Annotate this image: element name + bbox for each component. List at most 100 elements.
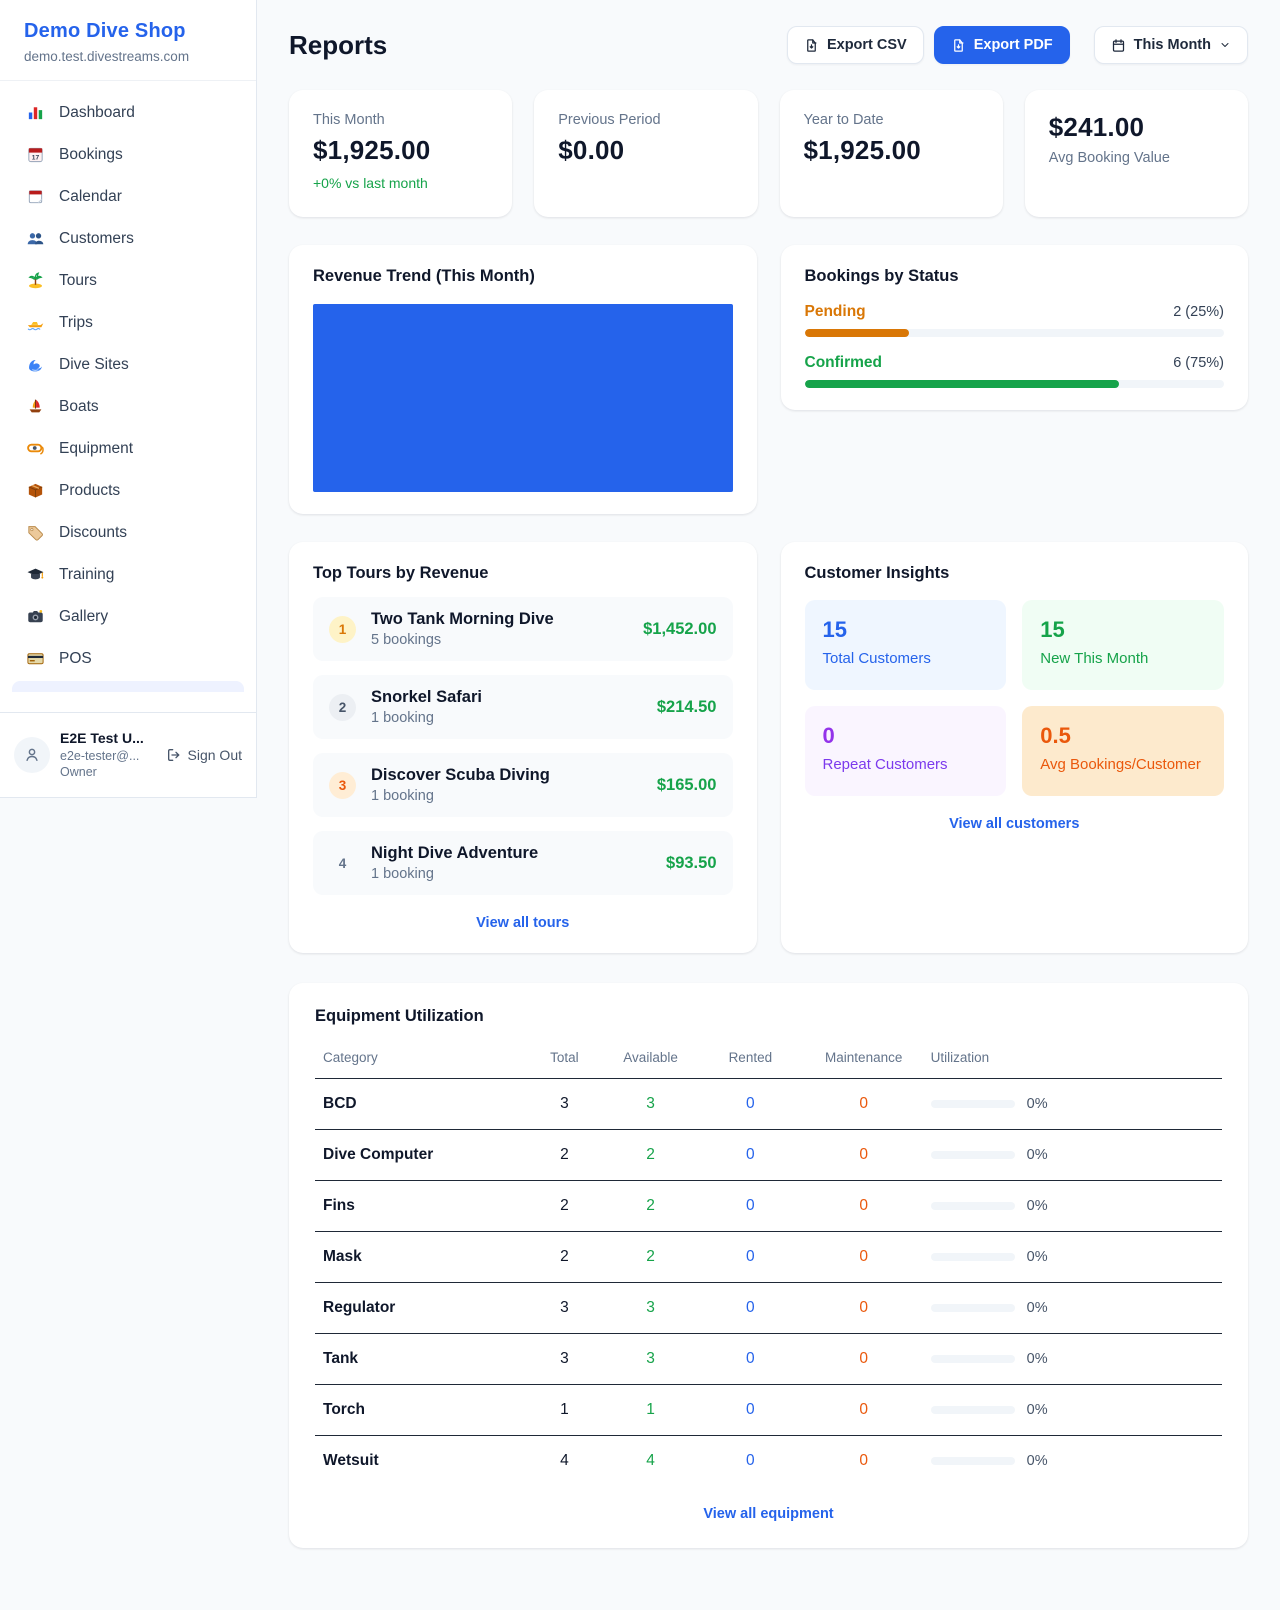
main-content: Reports Export CSV Export PDF This Month… <box>257 0 1280 1588</box>
sidebar-item-label: Gallery <box>59 608 108 626</box>
equipment-row-fins: Fins 2 2 0 0 0% <box>315 1181 1222 1232</box>
view-all-customers-link[interactable]: View all customers <box>805 816 1225 832</box>
period-label: This Month <box>1134 37 1211 53</box>
calendar-icon <box>1111 38 1126 53</box>
column-header-available: Available <box>605 1040 696 1079</box>
utilization-percent: 0% <box>1027 1249 1048 1265</box>
sidebar-item-customers[interactable]: Customers <box>12 219 244 258</box>
sidebar-item-equipment[interactable]: Equipment <box>12 429 244 468</box>
export-csv-button[interactable]: Export CSV <box>787 26 924 64</box>
status-rows: Pending 2 (25%) Confirmed 6 (75%) <box>805 303 1225 388</box>
equipment-maintenance: 0 <box>805 1385 923 1436</box>
sidebar-item-label: Trips <box>59 314 93 332</box>
equipment-table-header: Category Total Available Rented Maintena… <box>315 1040 1222 1079</box>
shop-name: Demo Dive Shop <box>24 20 232 43</box>
sidebar: Demo Dive Shop demo.test.divestreams.com… <box>0 0 257 798</box>
stat-value: $0.00 <box>558 135 733 166</box>
equipment-row-mask: Mask 2 2 0 0 0% <box>315 1232 1222 1283</box>
tour-bookings: 5 bookings <box>371 632 554 648</box>
sidebar-item-gallery[interactable]: Gallery <box>12 597 244 636</box>
sidebar-user-panel: E2E Test U... e2e-tester@... Owner Sign … <box>0 712 256 797</box>
mid-row: Top Tours by Revenue 1 Two Tank Morning … <box>289 542 1248 953</box>
view-all-tours-link[interactable]: View all tours <box>313 915 733 931</box>
wave-icon <box>26 355 45 374</box>
stat-card-avg-booking-value: Avg Booking Value $241.00 <box>1025 90 1248 217</box>
equipment-rented: 0 <box>696 1385 805 1436</box>
equipment-maintenance: 0 <box>805 1130 923 1181</box>
equipment-available: 2 <box>605 1181 696 1232</box>
equipment-maintenance: 0 <box>805 1079 923 1130</box>
equipment-available: 1 <box>605 1385 696 1436</box>
sidebar-item-training[interactable]: Training <box>12 555 244 594</box>
sidebar-item-trips[interactable]: Trips <box>12 303 244 342</box>
sidebar-item-calendar[interactable]: Calendar <box>12 177 244 216</box>
view-all-equipment-link[interactable]: View all equipment <box>315 1506 1222 1522</box>
insight-tiles: 15 Total Customers 15 New This Month 0 R… <box>805 600 1225 796</box>
tour-bookings: 1 booking <box>371 866 538 882</box>
equipment-rented: 0 <box>696 1232 805 1283</box>
equipment-category: Torch <box>315 1385 524 1436</box>
tour-bookings: 1 booking <box>371 788 550 804</box>
equipment-maintenance: 0 <box>805 1181 923 1232</box>
sidebar-nav: Dashboard 17 Bookings Calendar Customers… <box>0 81 256 678</box>
equipment-maintenance: 0 <box>805 1334 923 1385</box>
export-csv-label: Export CSV <box>827 37 907 53</box>
avatar <box>14 737 50 773</box>
utilization-percent: 0% <box>1027 1402 1048 1418</box>
utilization-percent: 0% <box>1027 1198 1048 1214</box>
sidebar-item-pos[interactable]: POS <box>12 639 244 678</box>
tour-row-snorkel-safari[interactable]: 2 Snorkel Safari 1 booking $214.50 <box>313 675 733 739</box>
export-pdf-button[interactable]: Export PDF <box>934 26 1070 64</box>
user-email: e2e-tester@... <box>60 748 144 765</box>
sidebar-item-label: Calendar <box>59 188 122 206</box>
utilization-bar <box>931 1355 1015 1363</box>
top-tours-card: Top Tours by Revenue 1 Two Tank Morning … <box>289 542 757 953</box>
equipment-available: 3 <box>605 1334 696 1385</box>
rank-badge: 4 <box>329 850 356 877</box>
status-bar-track <box>805 380 1225 388</box>
sailboat-icon <box>26 397 45 416</box>
utilization-percent: 0% <box>1027 1147 1048 1163</box>
stat-delta: +0% vs last month <box>313 175 488 191</box>
tour-row-discover-scuba-diving[interactable]: 3 Discover Scuba Diving 1 booking $165.0… <box>313 753 733 817</box>
sidebar-item-label: Discounts <box>59 524 127 542</box>
tag-icon <box>26 523 45 542</box>
equipment-available: 4 <box>605 1436 696 1487</box>
export-pdf-label: Export PDF <box>974 37 1053 53</box>
period-dropdown[interactable]: This Month <box>1094 26 1248 64</box>
sidebar-item-dive-sites[interactable]: Dive Sites <box>12 345 244 384</box>
equipment-total: 3 <box>524 1079 606 1130</box>
tour-name: Two Tank Morning Dive <box>371 610 554 629</box>
calendar-pad-icon <box>26 187 45 206</box>
equipment-total: 2 <box>524 1130 606 1181</box>
tour-rows: 1 Two Tank Morning Dive 5 bookings $1,45… <box>313 597 733 895</box>
sidebar-item-tours[interactable]: Tours <box>12 261 244 300</box>
tour-row-two-tank-morning-dive[interactable]: 1 Two Tank Morning Dive 5 bookings $1,45… <box>313 597 733 661</box>
equipment-total: 2 <box>524 1181 606 1232</box>
sidebar-item-boats[interactable]: Boats <box>12 387 244 426</box>
tour-row-night-dive-adventure[interactable]: 4 Night Dive Adventure 1 booking $93.50 <box>313 831 733 895</box>
sidebar-item-reports-partial[interactable] <box>12 681 244 692</box>
equipment-total: 2 <box>524 1232 606 1283</box>
sidebar-item-label: Training <box>59 566 114 584</box>
insight-tile-repeat-customers: 0 Repeat Customers <box>805 706 1007 796</box>
credit-card-icon <box>26 649 45 668</box>
sidebar-item-dashboard[interactable]: Dashboard <box>12 93 244 132</box>
stat-label: Previous Period <box>558 112 733 128</box>
sidebar-item-bookings[interactable]: 17 Bookings <box>12 135 244 174</box>
user-info: E2E Test U... e2e-tester@... Owner <box>60 729 144 782</box>
box-icon <box>26 481 45 500</box>
equipment-total: 3 <box>524 1283 606 1334</box>
utilization-bar <box>931 1100 1015 1108</box>
equipment-rented: 0 <box>696 1181 805 1232</box>
sidebar-item-products[interactable]: Products <box>12 471 244 510</box>
equipment-available: 3 <box>605 1283 696 1334</box>
revenue-trend-title: Revenue Trend (This Month) <box>313 267 733 286</box>
tour-name: Snorkel Safari <box>371 688 482 707</box>
page-title: Reports <box>289 30 387 61</box>
sign-out-button[interactable]: Sign Out <box>166 747 242 763</box>
bar-chart-icon <box>26 103 45 122</box>
stat-label: Avg Booking Value <box>1049 150 1224 166</box>
sidebar-item-discounts[interactable]: Discounts <box>12 513 244 552</box>
bookings-by-status-title: Bookings by Status <box>805 267 1225 286</box>
